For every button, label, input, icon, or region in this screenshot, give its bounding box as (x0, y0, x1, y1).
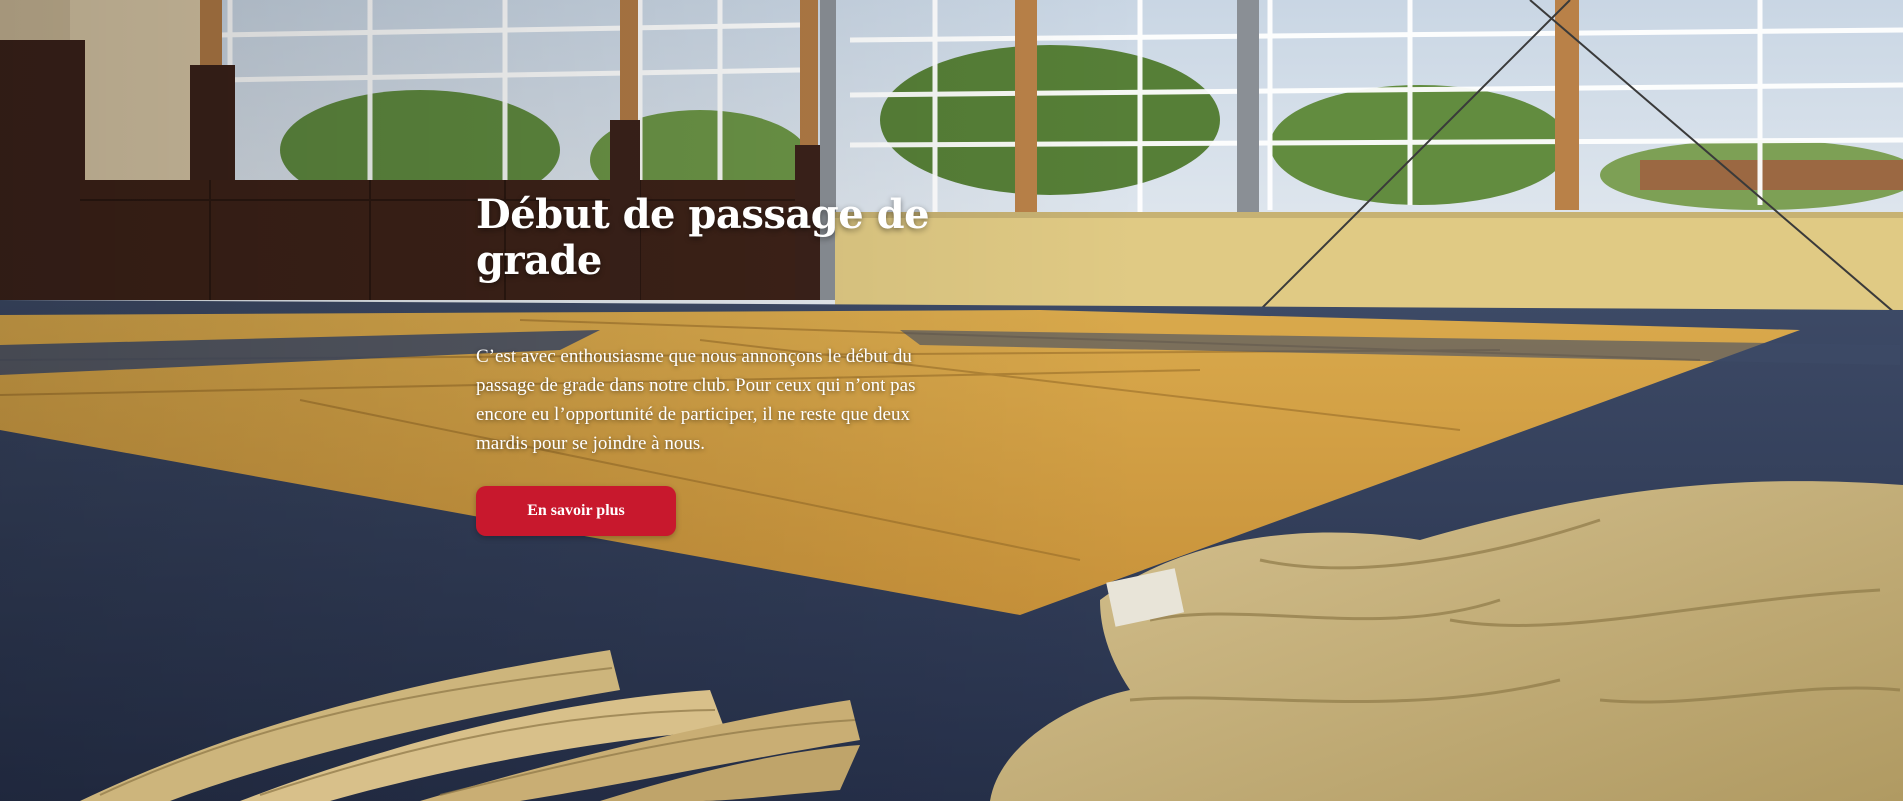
hero-content: Début de passage de grade C’est avec ent… (476, 192, 956, 536)
hero-description: C’est avec enthousiasme que nous annonço… (476, 346, 916, 454)
hero-banner: Début de passage de grade C’est avec ent… (0, 0, 1903, 801)
hero-title: Début de passage de grade (476, 191, 930, 284)
learn-more-button[interactable]: En savoir plus (476, 486, 676, 536)
